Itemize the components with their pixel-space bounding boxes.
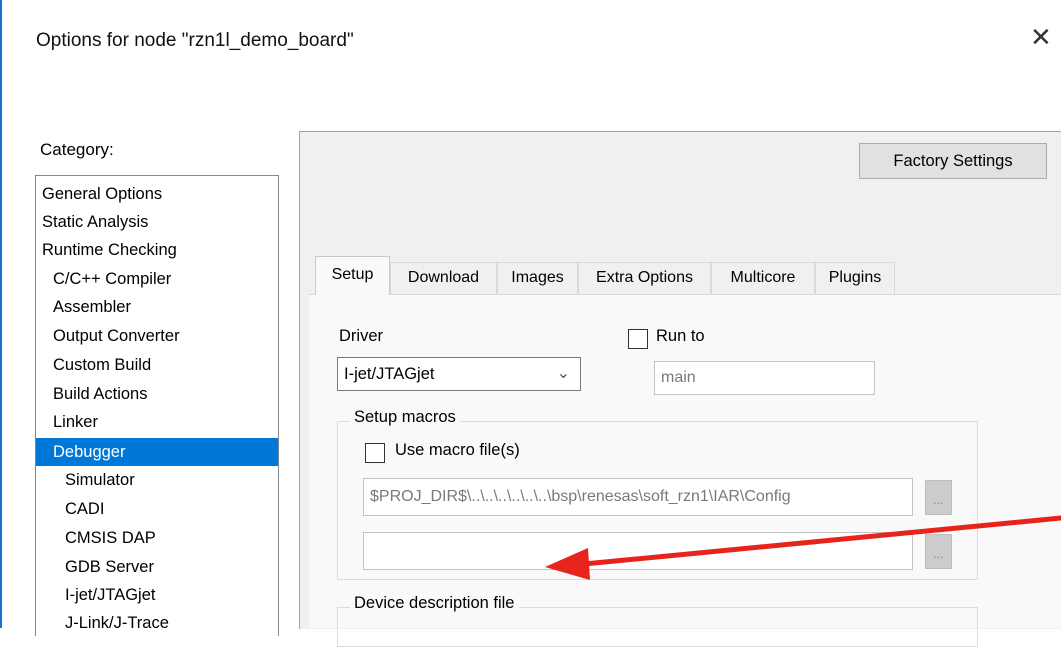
category-item-compiler[interactable]: C/C++ Compiler xyxy=(36,265,278,293)
category-item-static-analysis[interactable]: Static Analysis xyxy=(36,208,278,236)
category-item-build-actions[interactable]: Build Actions xyxy=(36,380,278,408)
run-to-label: Run to xyxy=(656,327,705,345)
device-description-title: Device description file xyxy=(350,594,519,613)
category-item-runtime-checking[interactable]: Runtime Checking xyxy=(36,236,278,264)
tab-setup[interactable]: Setup xyxy=(315,256,390,295)
category-list[interactable]: General Options Static Analysis Runtime … xyxy=(35,175,279,636)
category-item-cadi[interactable]: CADI xyxy=(36,495,278,523)
browse-macro-button[interactable]: ... xyxy=(925,480,952,515)
setup-macros-title: Setup macros xyxy=(350,408,460,427)
category-item-assembler[interactable]: Assembler xyxy=(36,293,278,321)
use-macro-checkbox[interactable] xyxy=(365,443,385,463)
category-label: Category: xyxy=(40,140,114,159)
close-icon[interactable]: ✕ xyxy=(1030,24,1052,50)
category-item-simulator[interactable]: Simulator xyxy=(36,466,278,494)
driver-label: Driver xyxy=(339,327,383,345)
macro-path-input[interactable]: $PROJ_DIR$\..\..\..\..\..\..\bsp\renesas… xyxy=(363,478,913,516)
category-item-jlink[interactable]: J-Link/J-Trace xyxy=(36,609,278,636)
window-edge xyxy=(0,0,2,628)
tab-plugins[interactable]: Plugins xyxy=(815,262,895,294)
run-to-input[interactable] xyxy=(654,361,875,395)
chevron-down-icon: ⌄ xyxy=(556,365,570,382)
use-macro-label: Use macro file(s) xyxy=(395,441,520,459)
macro-path-input-2[interactable] xyxy=(363,532,913,570)
category-item-cmsis-dap[interactable]: CMSIS DAP xyxy=(36,524,278,552)
category-item-gdb-server[interactable]: GDB Server xyxy=(36,553,278,581)
category-item-linker[interactable]: Linker xyxy=(36,408,278,436)
run-to-checkbox[interactable] xyxy=(628,329,648,349)
category-item-output-converter[interactable]: Output Converter xyxy=(36,322,278,350)
category-item-ijet[interactable]: I-jet/JTAGjet xyxy=(36,581,278,609)
factory-settings-button[interactable]: Factory Settings xyxy=(859,143,1047,179)
category-item-custom-build[interactable]: Custom Build xyxy=(36,351,278,379)
driver-select-value: I-jet/JTAGjet xyxy=(344,365,435,383)
category-item-general-options[interactable]: General Options xyxy=(36,180,278,208)
tab-multicore[interactable]: Multicore xyxy=(711,262,815,294)
tab-extra-options[interactable]: Extra Options xyxy=(578,262,711,294)
tab-images[interactable]: Images xyxy=(497,262,578,294)
driver-select[interactable]: I-jet/JTAGjet ⌄ xyxy=(337,357,581,391)
tab-download[interactable]: Download xyxy=(390,262,497,294)
browse-macro-button-2[interactable]: ... xyxy=(925,534,952,569)
window-title: Options for node "rzn1l_demo_board" xyxy=(36,30,354,51)
device-description-group xyxy=(337,607,978,647)
category-item-debugger[interactable]: Debugger xyxy=(36,438,278,466)
